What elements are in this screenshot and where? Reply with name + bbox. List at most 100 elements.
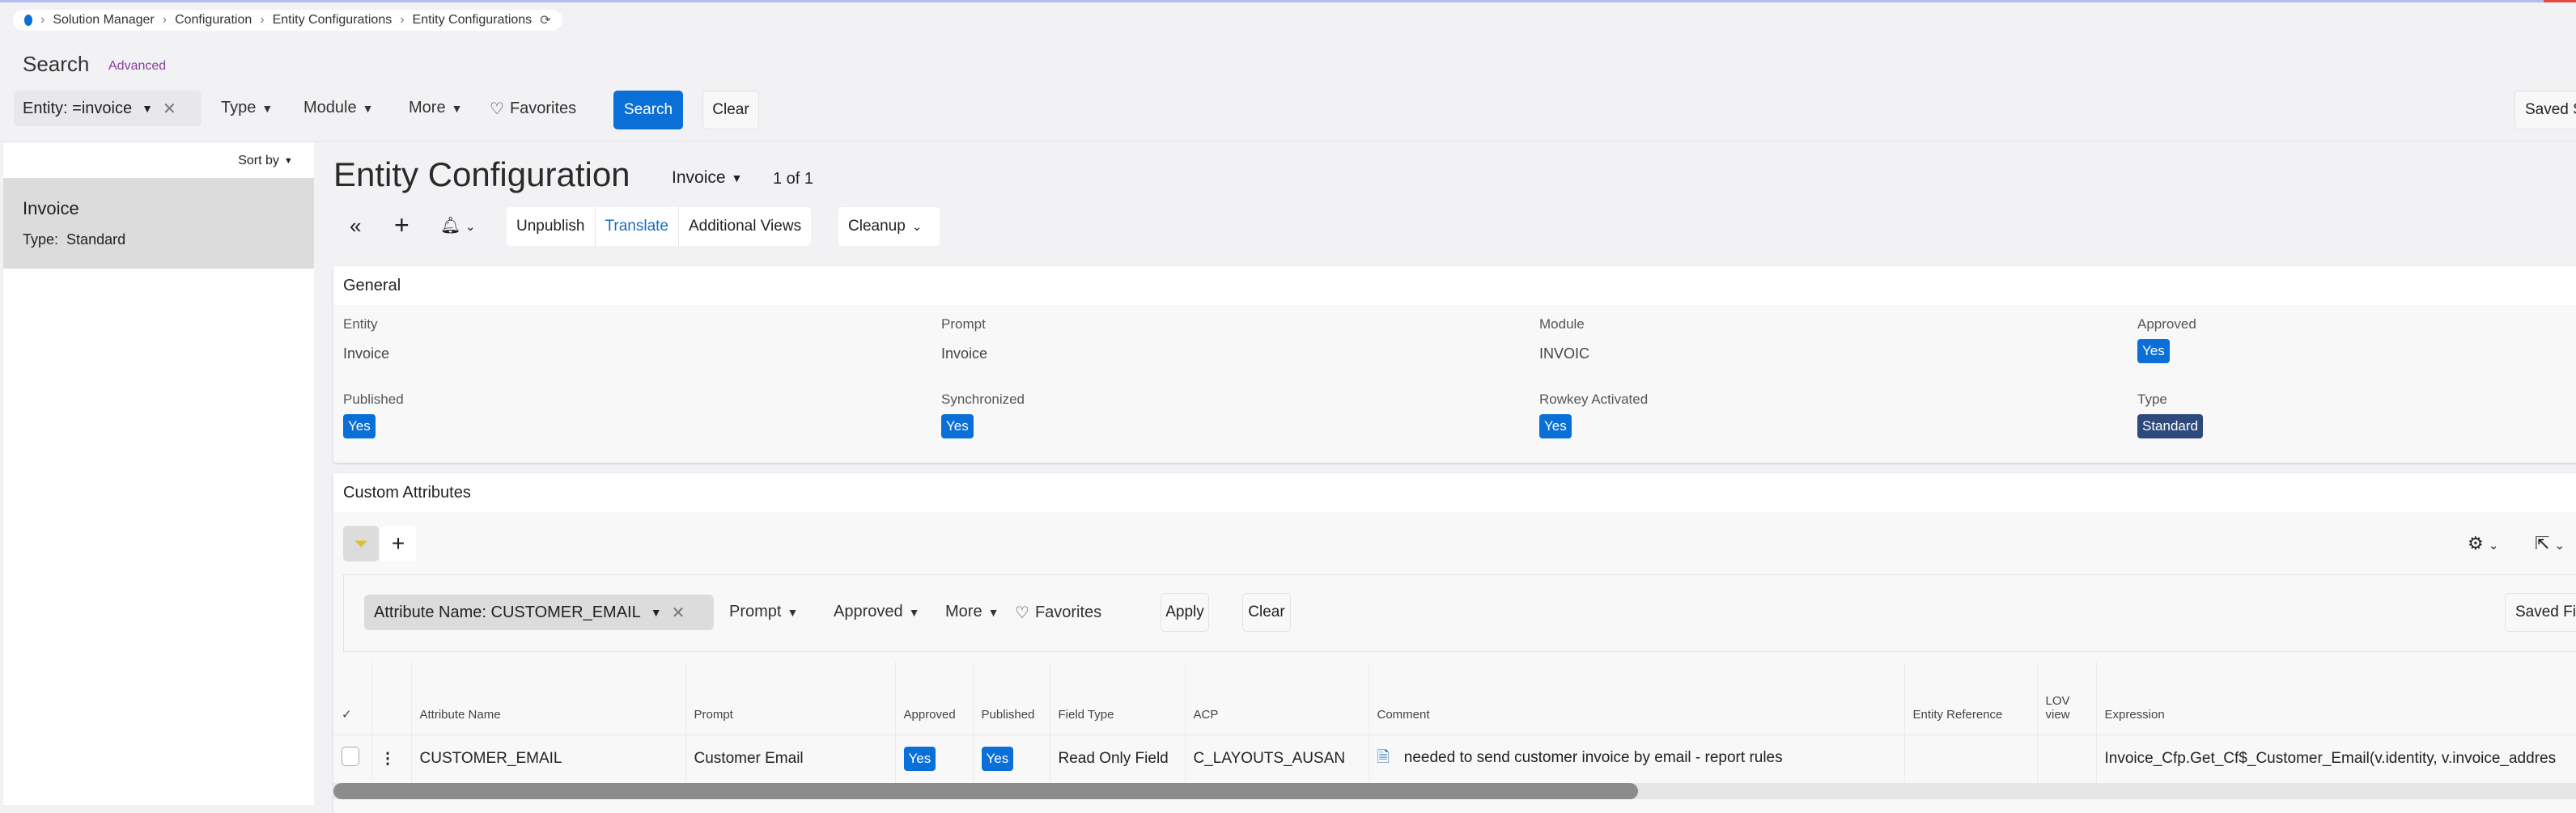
pager: 1 of 1	[773, 170, 814, 188]
advanced-link[interactable]: Advanced	[108, 59, 166, 74]
home-icon[interactable]	[24, 15, 32, 26]
breadcrumb-item[interactable]: Entity Configurations	[273, 13, 393, 28]
field-label: Type	[2137, 392, 2167, 407]
collapse-icon[interactable]: «	[350, 214, 361, 239]
attributes-table: ✓ Attribute Name Prompt Approved Publish…	[333, 662, 2576, 783]
filter-icon[interactable]: ⏷	[343, 526, 379, 561]
saved-filters-button[interactable]: Saved Fil	[2505, 593, 2576, 632]
row-menu-icon[interactable]: ⋮	[371, 735, 412, 783]
select-all-checkbox[interactable]: ✓	[333, 662, 372, 735]
approved-filter[interactable]: Approved ▼	[834, 603, 919, 621]
type-badge: Standard	[2137, 414, 2203, 438]
entity-filter-chip[interactable]: Entity: =invoice ▼ ✕	[14, 91, 202, 126]
field-label: Rowkey Activated	[1539, 392, 1649, 407]
field-value: Invoice	[941, 345, 988, 362]
field-label: Published	[343, 392, 404, 407]
breadcrumb-item[interactable]: Configuration	[175, 13, 252, 28]
prompt-filter[interactable]: Prompt ▼	[729, 603, 798, 621]
field-label: Synchronized	[941, 392, 1025, 407]
close-icon[interactable]: ✕	[163, 99, 176, 119]
approved-badge: Yes	[2137, 339, 2170, 363]
search-title: Search	[23, 52, 90, 76]
breadcrumb: › Solution Manager › Configuration › Entity…	[13, 10, 562, 31]
type-filter[interactable]: Type ▼	[221, 99, 273, 117]
favorites-button[interactable]: ♡ Favorites	[1015, 603, 1101, 623]
approved-badge: Yes	[903, 747, 936, 772]
sort-by-button[interactable]: Sort by ▼	[225, 147, 306, 175]
attribute-filter-chip[interactable]: Attribute Name: CUSTOMER_EMAIL ▼ ✕	[364, 595, 714, 630]
search-button[interactable]: Search	[613, 91, 683, 129]
published-badge: Yes	[981, 747, 1014, 772]
table-row[interactable]: ⋮ CUSTOMER_EMAIL Customer Email Yes Yes …	[333, 735, 2576, 783]
column-header[interactable]: Field Type	[1050, 662, 1186, 735]
breadcrumb-item[interactable]: Solution Manager	[53, 13, 154, 28]
horizontal-scrollbar[interactable]	[333, 783, 2576, 799]
column-header[interactable]: Entity Reference	[1904, 662, 2038, 735]
gear-icon[interactable]: ⚙ ⌄	[2468, 533, 2498, 554]
action-group: Unpublish Translate Additional Views	[507, 207, 812, 246]
clear-button[interactable]: Clear	[702, 91, 759, 129]
cell-field-type: Read Only Field	[1050, 735, 1186, 783]
column-header[interactable]: Approved	[895, 662, 974, 735]
list-item-title: Invoice	[23, 198, 79, 218]
list-item-type: Type: Standard	[23, 231, 126, 248]
synchronized-badge: Yes	[941, 414, 974, 438]
module-filter[interactable]: Module ▼	[303, 99, 373, 117]
cleanup-button[interactable]: Cleanup ⌄	[838, 207, 940, 246]
cell-expression: Invoice_Cfp.Get_Cf$_Customer_Email(v.ide…	[2096, 735, 2576, 783]
custom-attributes-title: Custom Attributes	[333, 473, 2576, 512]
cell-attribute-name: CUSTOMER_EMAIL	[411, 735, 686, 783]
published-badge: Yes	[343, 414, 376, 438]
field-label: Module	[1539, 316, 1585, 332]
clear-button[interactable]: Clear	[1242, 593, 1291, 632]
bell-icon[interactable]: 🔔︎ ⌄	[440, 215, 476, 235]
more-filter[interactable]: More ▼	[945, 603, 999, 621]
general-card: General Entity Invoice Prompt Invoice Mo…	[333, 266, 2576, 463]
column-header[interactable]: Comment	[1369, 662, 1905, 735]
cell-entity-reference	[1904, 735, 2038, 783]
add-icon[interactable]: +	[394, 210, 410, 240]
apply-button[interactable]: Apply	[1161, 593, 1209, 632]
table-header: ✓ Attribute Name Prompt Approved Publish…	[333, 662, 2576, 735]
column-header[interactable]: LOV view	[2037, 662, 2097, 735]
translate-button[interactable]: Translate	[596, 207, 679, 246]
heart-icon: ♡	[1015, 604, 1029, 622]
cell-lov-view	[2037, 735, 2097, 783]
cell-acp: C_LAYOUTS_AUSAN	[1185, 735, 1369, 783]
saved-searches-button[interactable]: Saved S	[2514, 91, 2576, 129]
caret-down-icon: ▼	[142, 102, 153, 115]
add-attribute-button[interactable]: +	[380, 526, 416, 561]
column-header[interactable]: Published	[973, 662, 1050, 735]
cell-prompt: Customer Email	[685, 735, 896, 783]
list-item[interactable]: Invoice Type: Standard	[3, 178, 314, 269]
refresh-icon[interactable]: ⟳	[540, 12, 550, 28]
favorites-button[interactable]: ♡ Favorites	[490, 99, 576, 119]
more-filter[interactable]: More ▼	[409, 99, 462, 117]
breadcrumb-item: Entity Configurations	[412, 13, 533, 27]
custom-attributes-card: Custom Attributes ⏷ + ⚙ ⌄ ⇱ ⌄ Attribute …	[333, 473, 2576, 813]
note-icon: 🗎	[1377, 749, 1390, 767]
unpublish-button[interactable]: Unpublish	[507, 207, 596, 246]
additional-views-button[interactable]: Additional Views	[679, 207, 811, 246]
chip-label: Entity: =invoice	[23, 99, 133, 117]
close-icon: ✕	[671, 603, 685, 622]
column-header[interactable]: ACP	[1185, 662, 1369, 735]
field-label: Approved	[2137, 316, 2196, 332]
field-value: INVOIC	[1539, 345, 1590, 362]
result-list: Sort by ▼ Invoice Type: Standard	[3, 142, 314, 805]
column-header[interactable]: Prompt	[685, 662, 896, 735]
heart-icon: ♡	[490, 100, 504, 118]
field-label: Prompt	[941, 316, 986, 332]
row-checkbox[interactable]	[342, 747, 359, 767]
field-value: Invoice	[343, 345, 390, 362]
column-header[interactable]: Attribute Name	[411, 662, 686, 735]
page-title: Entity Configuration	[333, 155, 630, 193]
field-label: Entity	[343, 316, 378, 332]
divider	[0, 141, 2576, 142]
column-header[interactable]: Expression	[2096, 662, 2576, 735]
cell-comment: 🗎 needed to send customer invoice by emai…	[1369, 735, 1905, 783]
export-icon[interactable]: ⇱ ⌄	[2535, 533, 2565, 554]
rowkey-badge: Yes	[1539, 414, 1572, 438]
scrollbar-thumb[interactable]	[333, 783, 1638, 799]
record-selector[interactable]: Invoice ▼	[672, 168, 742, 188]
